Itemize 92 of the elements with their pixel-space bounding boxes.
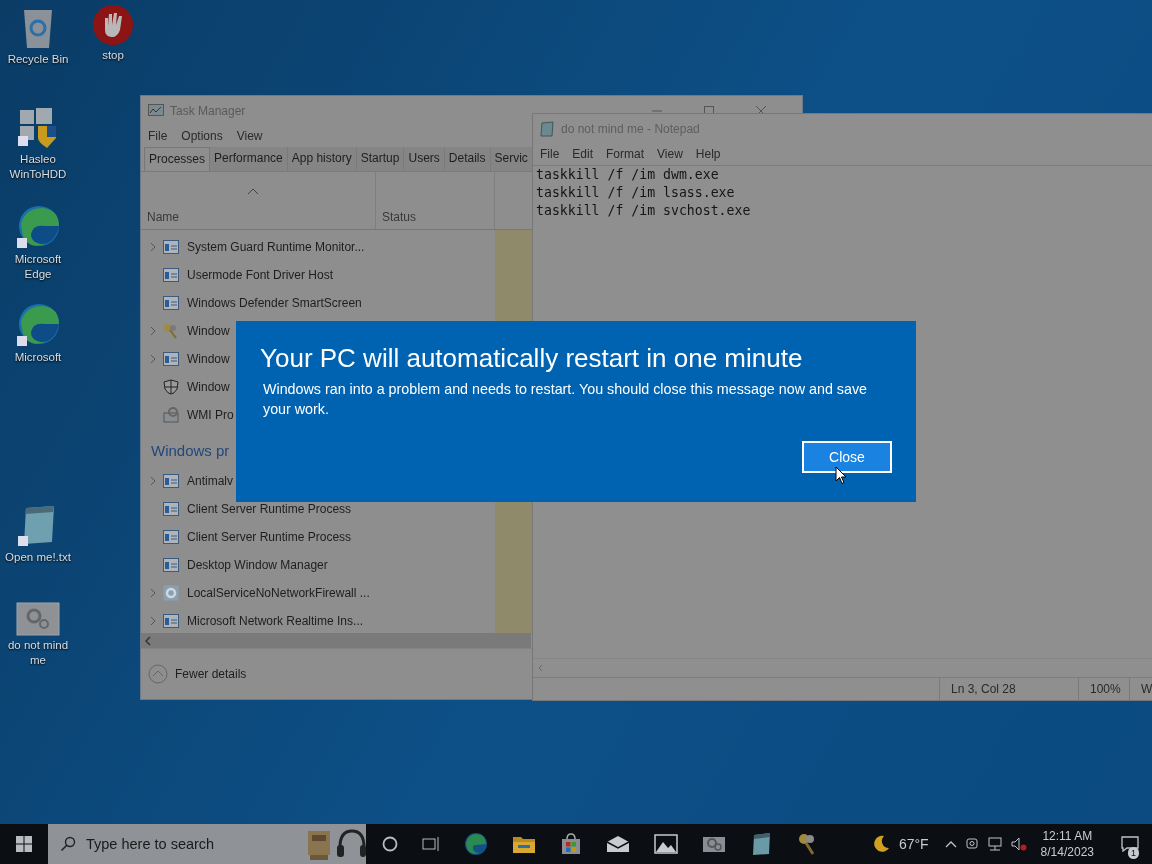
task-view-icon[interactable] bbox=[422, 836, 440, 852]
keys-icon bbox=[163, 323, 179, 339]
tab[interactable]: Performance bbox=[210, 147, 288, 171]
meet-camera-icon[interactable] bbox=[964, 836, 979, 852]
tab[interactable]: Processes bbox=[144, 147, 211, 171]
window-app-icon bbox=[163, 296, 179, 310]
tab[interactable]: App history bbox=[287, 147, 357, 171]
status-text: Ln 3, Col 28 bbox=[939, 678, 1078, 700]
tab[interactable]: Startup bbox=[356, 147, 405, 171]
horizontal-scrollbar[interactable] bbox=[141, 633, 531, 648]
cortana-circle-icon[interactable] bbox=[382, 836, 398, 852]
close-button[interactable]: Close bbox=[802, 441, 892, 473]
window-app-icon bbox=[163, 530, 179, 544]
envelope-icon[interactable] bbox=[606, 835, 630, 853]
edge-browser-icon[interactable] bbox=[15, 302, 61, 348]
network-icon[interactable] bbox=[986, 836, 1003, 852]
stop-hand-icon[interactable] bbox=[92, 4, 134, 46]
mouse-pointer-icon bbox=[835, 466, 847, 485]
mountain-picture-icon[interactable] bbox=[654, 834, 678, 854]
process-name[interactable]: Window bbox=[187, 352, 230, 366]
window-app-icon bbox=[163, 268, 179, 282]
edge-browser-icon[interactable] bbox=[15, 204, 61, 250]
process-name[interactable]: Usermode Font Driver Host bbox=[187, 268, 334, 282]
desktop-icon-label: stop bbox=[102, 48, 124, 63]
menu-item[interactable]: Edit bbox=[572, 147, 594, 161]
menu-item[interactable]: View bbox=[236, 129, 263, 143]
desktop-icon-label: Microsoft Edge bbox=[14, 252, 62, 282]
tab[interactable]: Details bbox=[444, 147, 491, 171]
tab[interactable]: Users bbox=[404, 147, 445, 171]
clock-date[interactable]: 8/14/2023 bbox=[1040, 844, 1094, 860]
desktop-icon-label: do not mind me bbox=[7, 638, 69, 668]
menu-item[interactable]: Help bbox=[695, 147, 721, 161]
notepad-icon bbox=[540, 120, 554, 137]
notification-count-badge: 1 bbox=[1128, 847, 1139, 859]
temperature-text[interactable]: 67°F bbox=[898, 836, 929, 852]
process-name[interactable]: System Guard Runtime Monitor... bbox=[187, 240, 365, 254]
menu-item[interactable]: Format bbox=[606, 147, 645, 161]
chevron-up-icon[interactable] bbox=[944, 840, 957, 848]
gear-computer-icon bbox=[163, 407, 179, 423]
process-name[interactable]: Desktop Window Manager bbox=[187, 558, 328, 572]
desktop-icon-label: Recycle Bin bbox=[7, 52, 69, 67]
status-text: 100% bbox=[1078, 678, 1129, 700]
edge-browser-icon[interactable] bbox=[464, 832, 488, 856]
column-header[interactable]: Name bbox=[147, 210, 179, 224]
window-app-icon bbox=[163, 558, 179, 572]
gear-icon bbox=[163, 585, 179, 601]
gears-icon[interactable] bbox=[702, 834, 726, 854]
process-name[interactable]: Windows Defender SmartScreen bbox=[187, 296, 362, 310]
windows-start-icon[interactable] bbox=[16, 836, 32, 852]
text-line: taskkill /f /im dwm.exe bbox=[536, 166, 720, 184]
desktop-icon-label: Microsoft bbox=[14, 350, 62, 365]
text-line: taskkill /f /im svchost.exe bbox=[536, 202, 752, 220]
status-text: W bbox=[1129, 678, 1152, 700]
window-app-icon bbox=[163, 352, 179, 366]
dialog-title: Your PC will automatically restart in one minute bbox=[260, 343, 804, 373]
menu-item[interactable]: File bbox=[148, 129, 168, 143]
sort-caret-icon[interactable] bbox=[248, 188, 258, 194]
menu-item[interactable]: Options bbox=[181, 129, 223, 143]
process-name[interactable]: Window bbox=[187, 324, 230, 338]
folder-icon[interactable] bbox=[512, 834, 536, 854]
process-name[interactable]: Antimalv bbox=[187, 474, 233, 488]
notification-icon[interactable] bbox=[1121, 836, 1139, 852]
text-line: taskkill /f /im lsass.exe bbox=[536, 184, 736, 202]
shopping-bag-icon[interactable] bbox=[560, 833, 582, 855]
process-name[interactable]: Microsoft Network Realtime Ins... bbox=[187, 614, 364, 628]
notepad-icon[interactable] bbox=[750, 832, 772, 856]
window-app-icon bbox=[163, 614, 179, 628]
search-icon bbox=[60, 836, 76, 852]
search-box[interactable]: Type here to search bbox=[48, 824, 366, 864]
search-field[interactable]: Type here to search bbox=[86, 836, 294, 852]
dialog-message: Windows ran into a problem and needs to restart. You should close this message now and save your work. bbox=[262, 380, 868, 419]
desktop-icon-label: Open me!.txt bbox=[5, 550, 71, 565]
fewer-details-link[interactable]: Fewer details bbox=[175, 667, 247, 681]
shield-icon bbox=[163, 379, 179, 395]
scroll-left-icon[interactable] bbox=[145, 635, 151, 646]
menu-item[interactable]: File bbox=[540, 147, 560, 161]
group-heading: Windows pr bbox=[150, 440, 231, 461]
process-name[interactable]: LocalServiceNoNetworkFirewall ... bbox=[187, 586, 370, 600]
window-app-icon bbox=[163, 240, 179, 254]
process-name[interactable]: Client Server Runtime Process bbox=[187, 530, 352, 544]
speaker-muted-icon[interactable] bbox=[1010, 836, 1027, 852]
process-name[interactable]: Window bbox=[187, 380, 230, 394]
menu-item[interactable]: View bbox=[657, 147, 683, 161]
process-name[interactable]: Client Server Runtime Process bbox=[187, 502, 352, 516]
tab[interactable]: Servic bbox=[490, 147, 533, 171]
process-name[interactable]: WMI Pro bbox=[187, 408, 234, 422]
column-header[interactable]: Status bbox=[382, 210, 417, 224]
task-manager-icon bbox=[148, 103, 164, 118]
desktop-icon-label: Hasleo WinToHDD bbox=[9, 152, 67, 182]
window-app-icon bbox=[163, 474, 179, 488]
clock-time[interactable]: 12:11 AM bbox=[1042, 828, 1093, 844]
window-app-icon bbox=[163, 502, 179, 516]
